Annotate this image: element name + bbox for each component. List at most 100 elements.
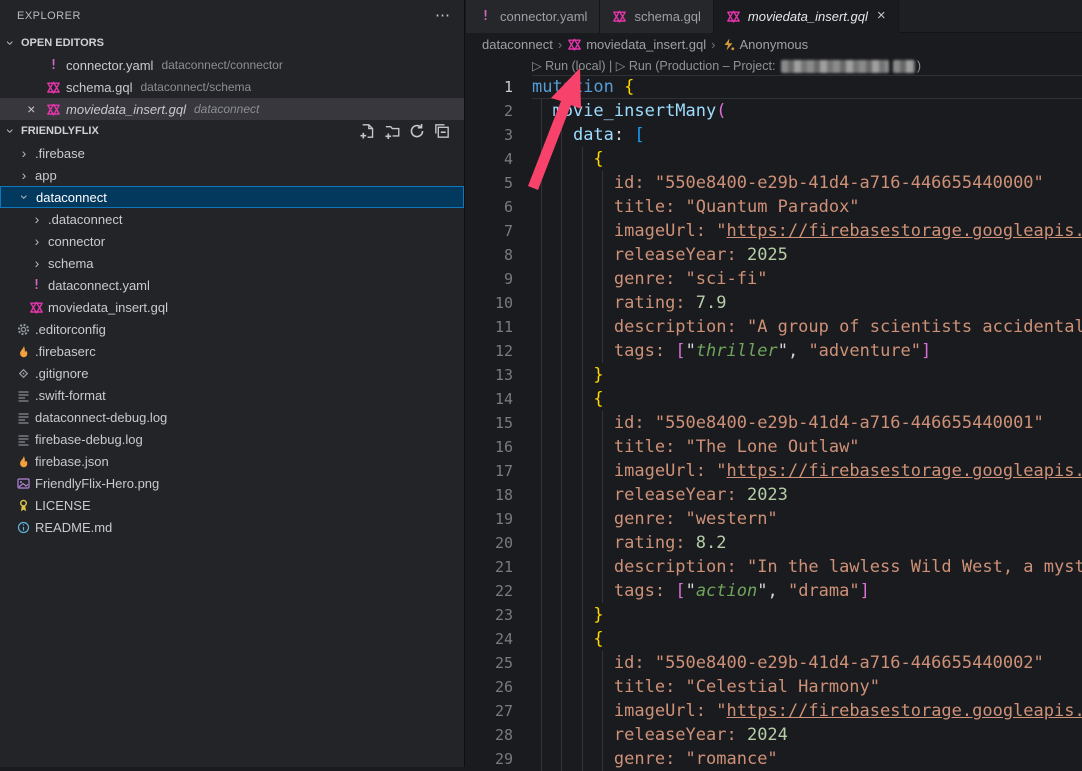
code-line-content[interactable]: tags: ["thriller", "adventure"]: [532, 339, 931, 363]
indent-guide: [541, 579, 542, 603]
indent-guide: [541, 459, 542, 483]
tree-item-dataconnect-debug.log[interactable]: dataconnect-debug.log: [0, 406, 464, 428]
code-line-content[interactable]: rating: 7.9: [532, 291, 727, 315]
open-editor-schema.gql[interactable]: schema.gqldataconnect/schema: [0, 76, 464, 98]
chevron-down-icon[interactable]: ›: [18, 189, 32, 205]
code-line-content[interactable]: title: "Celestial Harmony": [532, 675, 880, 699]
code-line-content[interactable]: title: "Quantum Paradox": [532, 195, 860, 219]
indent-guide: [582, 291, 583, 315]
breadcrumb-item-Anonymous[interactable]: Anonymous: [721, 37, 809, 52]
tree-item-.gitignore[interactable]: .gitignore: [0, 362, 464, 384]
tree-item-moviedata_insert.gql[interactable]: moviedata_insert.gql: [0, 296, 464, 318]
code-line-content[interactable]: {: [532, 627, 604, 651]
tab-schema.gql[interactable]: schema.gql: [600, 0, 713, 33]
tree-item-.firebaserc[interactable]: .firebaserc: [0, 340, 464, 362]
chevron-right-icon[interactable]: ›: [29, 212, 45, 226]
twisty-slot: ›: [17, 190, 36, 204]
open-editors-header[interactable]: › OPEN EDITORS: [0, 32, 464, 54]
folder-name: connector: [48, 234, 105, 249]
indent-guide: [541, 147, 542, 171]
run-production-suffix: ): [917, 59, 921, 73]
tree-item-firebase.json[interactable]: firebase.json: [0, 450, 464, 472]
open-editor-connector.yaml[interactable]: !connector.yamldataconnect/connector: [0, 54, 464, 76]
code-line-content[interactable]: rating: 8.2: [532, 531, 727, 555]
code-line-content[interactable]: tags: ["action", "drama"]: [532, 579, 870, 603]
code-line-content[interactable]: mutation {: [532, 75, 634, 99]
close-icon[interactable]: ×: [877, 10, 886, 22]
indent-guide: [582, 459, 583, 483]
code-line-content[interactable]: releaseYear: 2025: [532, 243, 788, 267]
new-file-icon[interactable]: [359, 123, 375, 139]
more-actions-icon[interactable]: ⋯: [435, 11, 450, 21]
tree-item-connector[interactable]: ›connector: [0, 230, 464, 252]
code-line-content[interactable]: }: [532, 363, 604, 387]
chevron-right-icon[interactable]: ›: [29, 234, 45, 248]
chevron-right-icon[interactable]: ›: [16, 146, 32, 160]
tree-item-dataconnect.yaml[interactable]: !dataconnect.yaml: [0, 274, 464, 296]
code-line-content[interactable]: {: [532, 147, 604, 171]
code-line-content[interactable]: description: "A group of scientists acci…: [532, 315, 1082, 339]
code-line-content[interactable]: id: "550e8400-e29b-41d4-a716-44665544000…: [532, 171, 1044, 195]
breadcrumb-item-dataconnect[interactable]: dataconnect: [482, 37, 553, 52]
indent-guide: [541, 531, 542, 555]
file-name: README.md: [35, 520, 112, 535]
open-editor-moviedata_insert.gql[interactable]: × moviedata_insert.gqldataconnect: [0, 98, 464, 120]
tree-item-.editorconfig[interactable]: .editorconfig: [0, 318, 464, 340]
refresh-icon[interactable]: [409, 123, 425, 139]
tree-item-schema[interactable]: ›schema: [0, 252, 464, 274]
run-local-link[interactable]: ▷ Run (local): [532, 58, 606, 73]
indent-guide: [541, 123, 542, 147]
code-line-content[interactable]: {: [532, 387, 604, 411]
indent-guide: [561, 315, 562, 339]
indent-guide: [602, 507, 603, 531]
tree-item-LICENSE[interactable]: LICENSE: [0, 494, 464, 516]
code-line-content[interactable]: }: [532, 603, 604, 627]
line-number: 4: [466, 147, 513, 171]
indent-guide: [602, 723, 603, 747]
tree-item-app[interactable]: ›app: [0, 164, 464, 186]
code-area[interactable]: 1mutation {2 movie_insertMany(3 data: [4…: [466, 75, 1082, 771]
tree-item-FriendlyFlix-Hero.png[interactable]: FriendlyFlix-Hero.png: [0, 472, 464, 494]
tab-label: moviedata_insert.gql: [748, 9, 868, 24]
code-line-content[interactable]: imageUrl: "https://firebasestorage.googl…: [532, 219, 1082, 243]
chevron-right-icon[interactable]: ›: [29, 256, 45, 270]
code-line-content[interactable]: genre: "romance": [532, 747, 778, 771]
tree-item-dataconnect[interactable]: ›dataconnect: [0, 186, 464, 208]
close-icon[interactable]: ×: [27, 101, 46, 117]
breadcrumb-label: Anonymous: [740, 37, 809, 52]
tree-item-README.md[interactable]: README.md: [0, 516, 464, 538]
indent-guide: [602, 483, 603, 507]
tab-connector.yaml[interactable]: !connector.yaml: [466, 0, 600, 33]
code-line-content[interactable]: id: "550e8400-e29b-41d4-a716-44665544000…: [532, 651, 1044, 675]
code-line-content[interactable]: imageUrl: "https://firebasestorage.googl…: [532, 459, 1082, 483]
new-folder-icon[interactable]: [384, 123, 400, 139]
code-line-content[interactable]: id: "550e8400-e29b-41d4-a716-44665544000…: [532, 411, 1044, 435]
tree-item-.dataconnect[interactable]: ›.dataconnect: [0, 208, 464, 230]
indent-guide: [582, 435, 583, 459]
code-line-content[interactable]: movie_insertMany(: [532, 99, 727, 123]
code-line-content[interactable]: genre: "western": [532, 507, 778, 531]
run-production-link[interactable]: ▷ Run (Production – Project: ): [616, 58, 921, 73]
code-line-content[interactable]: releaseYear: 2023: [532, 483, 788, 507]
line-number: 9: [466, 267, 513, 291]
code-line-content[interactable]: releaseYear: 2024: [532, 723, 788, 747]
code-line-23: 23 }: [466, 603, 1082, 627]
code-line-content[interactable]: title: "The Lone Outlaw": [532, 435, 860, 459]
collapse-all-icon[interactable]: [434, 123, 450, 139]
code-line-content[interactable]: description: "In the lawless Wild West, …: [532, 555, 1082, 579]
tree-item-.firebase[interactable]: ›.firebase: [0, 142, 464, 164]
chevron-right-icon[interactable]: ›: [16, 168, 32, 182]
indent-guide: [541, 411, 542, 435]
twisty-slot: ›: [29, 234, 48, 248]
code-line-content[interactable]: data: [: [532, 123, 645, 147]
indent-guide: [541, 627, 542, 651]
code-line-content[interactable]: imageUrl: "https://firebasestorage.googl…: [532, 699, 1082, 723]
tab-moviedata_insert.gql[interactable]: moviedata_insert.gql ×: [714, 0, 899, 33]
indent-guide: [582, 675, 583, 699]
breadcrumb-item-moviedata_insert.gql[interactable]: moviedata_insert.gql: [567, 37, 706, 52]
tree-item-firebase-debug.log[interactable]: firebase-debug.log: [0, 428, 464, 450]
tree-item-.swift-format[interactable]: .swift-format: [0, 384, 464, 406]
code-line-content[interactable]: genre: "sci-fi": [532, 267, 767, 291]
project-section-header[interactable]: › FRIENDLYFLIX: [0, 120, 464, 142]
line-number: 7: [466, 219, 513, 243]
